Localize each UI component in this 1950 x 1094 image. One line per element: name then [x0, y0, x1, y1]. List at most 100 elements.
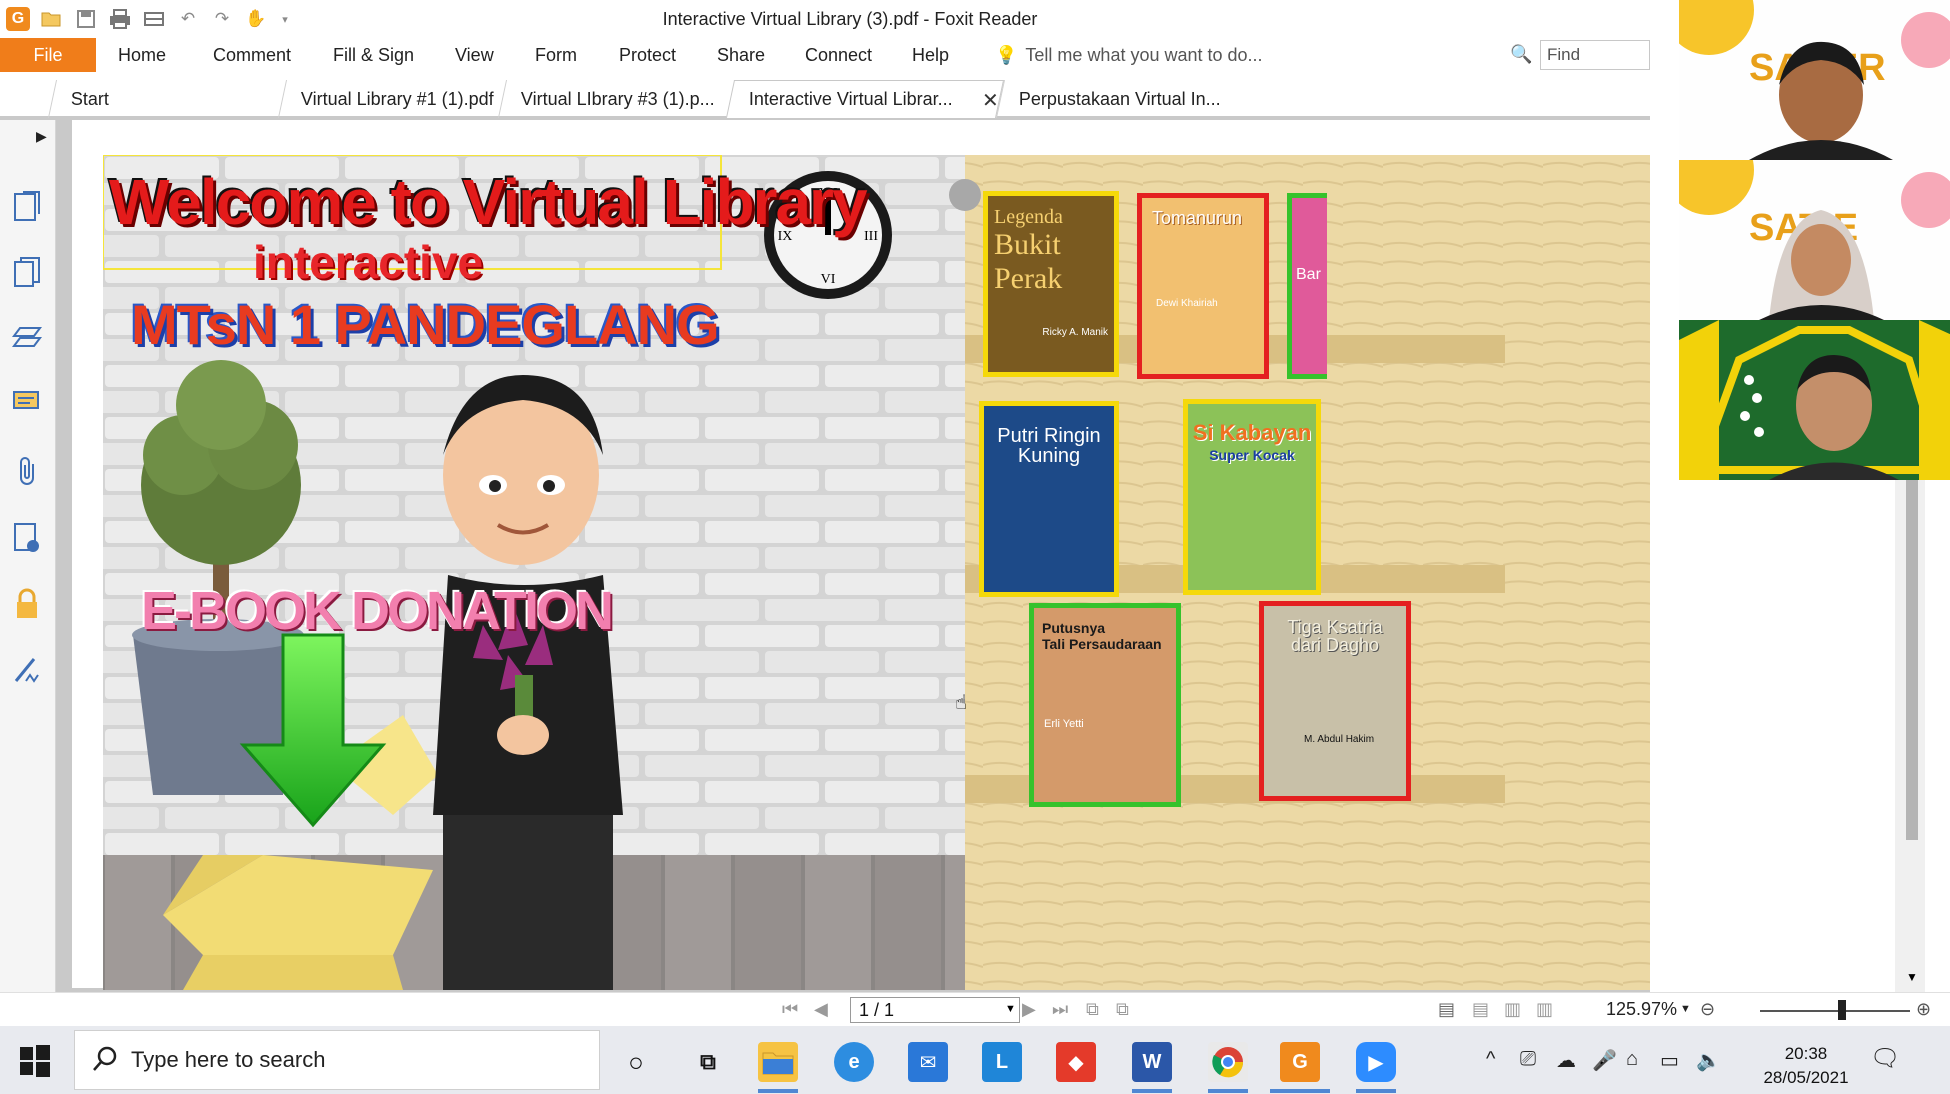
zoom-in-icon[interactable]: ⊕: [1916, 999, 1931, 1020]
title-bar: G ↶ ↷ ✋ ▾ Interactive Virtual Library (3…: [0, 0, 1650, 38]
active-app-indicator: [1208, 1089, 1248, 1093]
book-title: Legenda Bukit Perak: [988, 196, 1114, 296]
zoom-dropdown-icon[interactable]: ▼: [1680, 1003, 1691, 1015]
book-title: Putri Ringin Kuning: [984, 406, 1114, 466]
video-tile-participant-1[interactable]: SAT ER: [1679, 0, 1950, 160]
foxit-reader-icon[interactable]: G: [1280, 1042, 1320, 1082]
zoom-slider-thumb[interactable]: [1838, 1000, 1846, 1020]
tab-view[interactable]: View: [455, 38, 494, 72]
book-title-line: Si Kabayan: [1192, 420, 1312, 445]
doc-tab-start[interactable]: Start: [47, 80, 287, 118]
file-explorer-icon[interactable]: [758, 1042, 798, 1082]
zoom-slider[interactable]: [1760, 1010, 1910, 1012]
doc-tab-label: Start: [71, 88, 110, 109]
scan-icon[interactable]: [142, 7, 166, 31]
book-title-line: Kuning: [1017, 445, 1081, 467]
taskbar-search-input[interactable]: Type here to search: [74, 1030, 600, 1090]
windows-start-icon[interactable]: [18, 1044, 52, 1078]
network-icon[interactable]: ⌂: [1626, 1048, 1638, 1071]
customize-dropdown-icon[interactable]: ▾: [278, 7, 292, 31]
onedrive-cloud-icon[interactable]: ☁: [1556, 1048, 1576, 1073]
doc-tab-interactive-virtual-library[interactable]: Interactive Virtual Librar...: [725, 80, 1005, 118]
video-tile-participant-3[interactable]: [1679, 320, 1950, 480]
volume-icon[interactable]: 🔈: [1696, 1048, 1721, 1073]
book-author: M. Abdul Hakim: [1304, 734, 1375, 745]
book-tiga-ksatria-dari-dagho[interactable]: Tiga Ksatria dari Dagho M. Abdul Hakim: [1259, 601, 1411, 801]
doc-tab-virtual-library-1[interactable]: Virtual Library #1 (1).pdf: [277, 80, 507, 118]
pages-thumbnail-icon[interactable]: [11, 256, 43, 288]
attachment-icon[interactable]: [11, 456, 43, 488]
comments-icon[interactable]: [11, 388, 43, 420]
mail-icon[interactable]: ✉: [908, 1042, 948, 1082]
word-icon[interactable]: W: [1132, 1042, 1172, 1082]
taskbar-clock[interactable]: 20:38 28/05/2021: [1760, 1042, 1852, 1090]
first-page-icon[interactable]: ⏮: [782, 999, 798, 1020]
task-view-icon[interactable]: ⧉: [688, 1042, 728, 1082]
previous-view-icon[interactable]: ⧉: [1086, 999, 1099, 1020]
book-title: Bar: [1296, 266, 1321, 283]
scroll-down-arrow-icon[interactable]: ▼: [1906, 970, 1918, 984]
tab-protect[interactable]: Protect: [619, 38, 676, 72]
book-si-kabayan[interactable]: Si Kabayan Super Kocak: [1183, 399, 1321, 595]
tab-fill-sign[interactable]: Fill & Sign: [333, 38, 414, 72]
edge-browser-icon[interactable]: e: [834, 1042, 874, 1082]
save-icon[interactable]: [74, 7, 98, 31]
find-input[interactable]: Find: [1540, 40, 1650, 70]
svg-text:III: III: [864, 229, 878, 244]
lock-icon[interactable]: [11, 588, 43, 620]
video-tile-participant-2[interactable]: SAT E: [1679, 160, 1950, 320]
doc-tab-perpustakaan-virtual[interactable]: Perpustakaan Virtual In...: [995, 80, 1245, 118]
launcher-l-icon[interactable]: L: [982, 1042, 1022, 1082]
mcafee-shield-icon[interactable]: ◆: [1056, 1042, 1096, 1082]
tell-me-box[interactable]: 💡 Tell me what you want to do...: [995, 38, 1263, 72]
redo-icon[interactable]: ↷: [210, 7, 234, 31]
layers-icon[interactable]: [11, 322, 43, 354]
book-legenda-bukit-perak[interactable]: Legenda Bukit Perak Ricky A. Manik: [983, 191, 1119, 377]
microphone-icon[interactable]: 🎤: [1592, 1048, 1617, 1073]
bookmark-icon[interactable]: [11, 190, 43, 222]
tab-form[interactable]: Form: [535, 38, 577, 72]
continuous-facing-icon[interactable]: ▥: [1536, 999, 1553, 1020]
show-hidden-icons-icon[interactable]: ^: [1486, 1048, 1495, 1071]
expand-panel-icon[interactable]: ▶: [36, 128, 47, 145]
open-icon[interactable]: [40, 7, 64, 31]
book-partial-bar[interactable]: Bar: [1287, 193, 1327, 379]
next-view-icon[interactable]: ⧉: [1116, 999, 1129, 1020]
book-putri-ringin-kuning[interactable]: Putri Ringin Kuning: [979, 401, 1119, 597]
hand-tool-icon[interactable]: ✋: [244, 7, 268, 31]
doc-tab-virtual-library-3[interactable]: Virtual LIbrary #3 (1).p...: [497, 80, 735, 118]
last-page-icon[interactable]: ⏭: [1052, 999, 1068, 1020]
next-page-icon[interactable]: ▶: [1022, 999, 1036, 1020]
chrome-icon[interactable]: [1208, 1042, 1248, 1082]
notification-center-icon[interactable]: 🗨: [1870, 1044, 1900, 1073]
book-tomanurun[interactable]: Tomanurun Dewi Khairiah: [1137, 193, 1269, 379]
ebook-donation-label[interactable]: E-BOOK DONATION: [141, 583, 614, 639]
close-tab-icon[interactable]: ✕: [982, 88, 999, 113]
facing-page-icon[interactable]: ▥: [1504, 999, 1521, 1020]
tab-help[interactable]: Help: [912, 38, 949, 72]
undo-icon[interactable]: ↶: [176, 7, 200, 31]
battery-icon[interactable]: ▭: [1660, 1048, 1679, 1073]
meet-now-icon[interactable]: ⎚: [1520, 1048, 1536, 1071]
continuous-page-icon[interactable]: ▤: [1472, 999, 1489, 1020]
zoom-level[interactable]: 125.97%: [1606, 999, 1677, 1020]
zoom-out-icon[interactable]: ⊖: [1700, 999, 1715, 1020]
tab-home[interactable]: Home: [118, 38, 166, 72]
print-icon[interactable]: [108, 7, 132, 31]
svg-text:VI: VI: [821, 272, 836, 287]
signature-icon[interactable]: [11, 522, 43, 554]
measure-tool-icon[interactable]: [11, 654, 43, 686]
previous-page-icon[interactable]: ◀: [814, 999, 828, 1020]
book-author: Ricky A. Manik: [1042, 327, 1108, 338]
book-title-line: Bukit Perak: [994, 228, 1063, 295]
page-dropdown-icon[interactable]: ▼: [1005, 1003, 1016, 1015]
tab-connect[interactable]: Connect: [805, 38, 872, 72]
tab-file[interactable]: File: [0, 38, 96, 72]
zoom-meeting-icon[interactable]: ▶: [1356, 1042, 1396, 1082]
book-putusnya-tali-persaudaraan[interactable]: Putusnya Tali Persaudaraan Erli Yetti: [1029, 603, 1181, 807]
tab-comment[interactable]: Comment: [213, 38, 291, 72]
page-number-input[interactable]: 1 / 1: [850, 997, 1020, 1023]
cortana-icon[interactable]: ○: [616, 1042, 656, 1082]
tab-share[interactable]: Share: [717, 38, 765, 72]
single-page-icon[interactable]: ▤: [1438, 999, 1455, 1020]
